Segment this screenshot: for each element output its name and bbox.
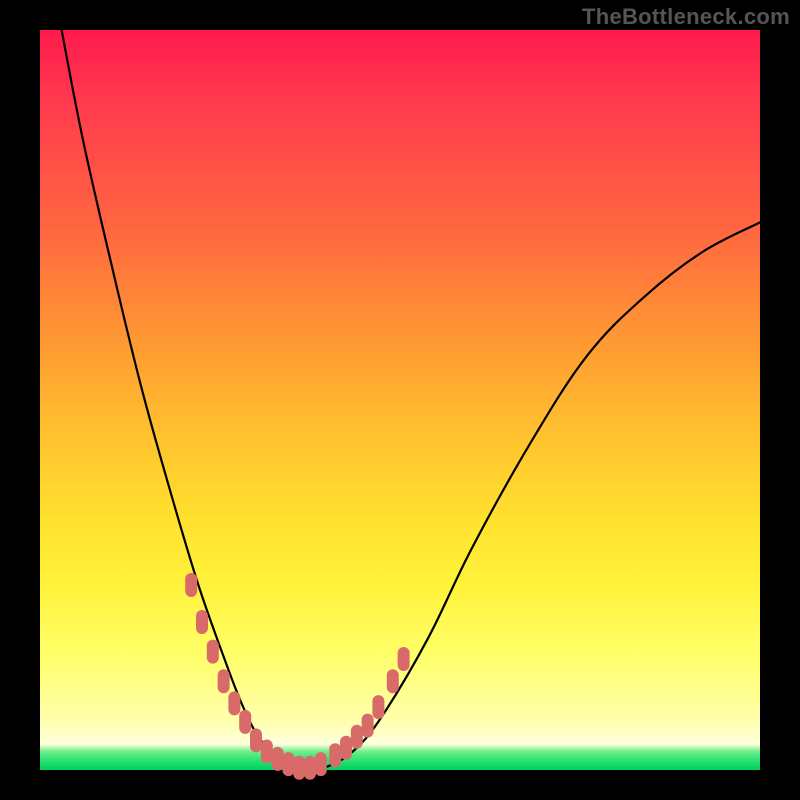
highlight-markers (185, 573, 409, 780)
chart-frame: TheBottleneck.com (0, 0, 800, 800)
highlight-marker (207, 640, 219, 664)
highlight-marker (362, 714, 374, 738)
highlight-marker (261, 740, 273, 764)
chart-svg (40, 30, 760, 770)
watermark-text: TheBottleneck.com (582, 4, 790, 30)
highlight-marker (250, 728, 262, 752)
highlight-marker (372, 695, 384, 719)
highlight-marker (329, 743, 341, 767)
highlight-marker (239, 710, 251, 734)
highlight-marker (340, 736, 352, 760)
bottleneck-curve (62, 30, 760, 770)
highlight-marker (282, 752, 294, 776)
highlight-marker (315, 752, 327, 776)
highlight-marker (196, 610, 208, 634)
plot-area (40, 30, 760, 770)
highlight-marker (387, 669, 399, 693)
highlight-marker (228, 691, 240, 715)
highlight-marker (185, 573, 197, 597)
highlight-marker (218, 669, 230, 693)
highlight-marker (304, 756, 316, 780)
highlight-marker (272, 747, 284, 771)
highlight-marker (398, 647, 410, 671)
highlight-marker (351, 725, 363, 749)
highlight-marker (293, 756, 305, 780)
